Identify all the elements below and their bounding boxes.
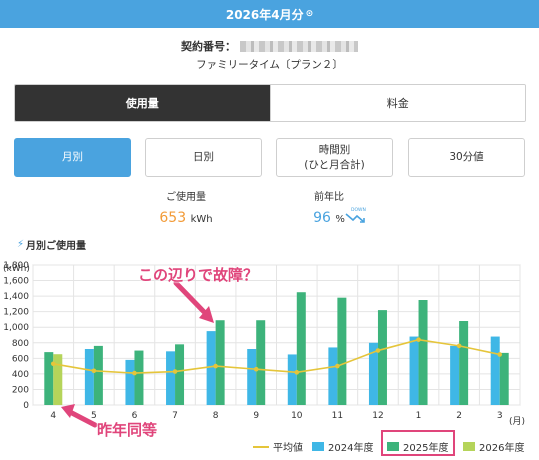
bar-2025 (499, 352, 509, 405)
average-point (213, 363, 218, 369)
x-tick-label: 1 (416, 411, 422, 421)
y-tick-label: 400 (12, 370, 29, 380)
x-tick-label: 7 (172, 411, 178, 421)
y-tick-label: 600 (12, 354, 29, 364)
average-point (253, 366, 259, 372)
x-tick-label: 12 (372, 411, 383, 421)
x-tick-label: 8 (213, 411, 219, 421)
x-tick-label: 5 (91, 411, 97, 421)
legend-2024: 2024年度 (312, 439, 373, 454)
bar-2024 (328, 347, 338, 405)
average-point (132, 370, 137, 376)
bar-2025 (44, 352, 54, 405)
average-point (50, 361, 56, 367)
legend-swatch-2024 (312, 442, 324, 451)
bar-2025 (296, 292, 306, 405)
legend-2024-label: 2024年度 (328, 443, 374, 454)
x-tick-label: 4 (50, 411, 56, 421)
x-axis-unit: (月) (509, 416, 525, 427)
x-tick-label: 2 (456, 411, 462, 421)
bar-2024 (206, 331, 216, 405)
bar-2025 (337, 297, 347, 405)
average-point (375, 348, 381, 353)
average-point (294, 370, 300, 375)
y-tick-label: 800 (12, 339, 29, 349)
bar-2025 (175, 344, 185, 405)
monthly-usage-chart: 02004006008001,0001,2001,4001,6001,800(k… (3, 261, 525, 428)
x-tick-label: 9 (253, 411, 259, 421)
average-point (172, 369, 178, 374)
bar-2024 (450, 345, 460, 405)
same-period-annotation: 昨年同等 (97, 421, 158, 439)
x-tick-label: 11 (332, 411, 343, 421)
failure-arrow-shaft (173, 280, 211, 319)
y-tick-label: 200 (12, 385, 29, 395)
y-tick-label: 1,200 (3, 308, 29, 318)
bar-2024 (490, 336, 500, 405)
average-point (335, 363, 340, 369)
average-point (456, 343, 462, 349)
average-point (497, 352, 503, 357)
bar-2025 (418, 300, 428, 405)
bar-2025 (377, 310, 387, 405)
bar-2024 (166, 351, 176, 405)
bar-2024 (409, 336, 419, 405)
legend-2026: 2026年度 (463, 439, 524, 454)
y-tick-label: 1,000 (3, 323, 29, 333)
bar-2025 (256, 320, 266, 405)
bar-2025 (134, 350, 144, 405)
legend-average-label: 平均値 (273, 443, 303, 454)
y-tick-label: 1,400 (3, 292, 29, 302)
bar-2025 (459, 321, 469, 405)
y-tick-label: 0 (23, 401, 29, 411)
average-point (91, 368, 97, 374)
legend-2026-label: 2026年度 (479, 443, 525, 454)
legend-average: 平均値 (253, 439, 303, 454)
bar-2024 (125, 359, 135, 405)
x-tick-label: 3 (497, 411, 503, 421)
average-point (416, 337, 421, 342)
bar-2025 (93, 345, 103, 405)
bar-2024 (84, 349, 94, 405)
x-tick-label: 10 (291, 411, 303, 421)
legend-line-icon (253, 445, 269, 448)
bar-2026 (53, 354, 63, 405)
failure-annotation: この辺りで故障？ (138, 266, 259, 284)
bar-2024 (287, 354, 297, 405)
y-tick-label: 1,600 (3, 277, 29, 287)
y-axis-label: (kWh) (3, 264, 30, 274)
legend-highlight-box (381, 430, 455, 456)
legend-swatch-2026 (463, 442, 475, 451)
bar-2025 (215, 320, 225, 405)
bar-2024 (247, 349, 257, 405)
